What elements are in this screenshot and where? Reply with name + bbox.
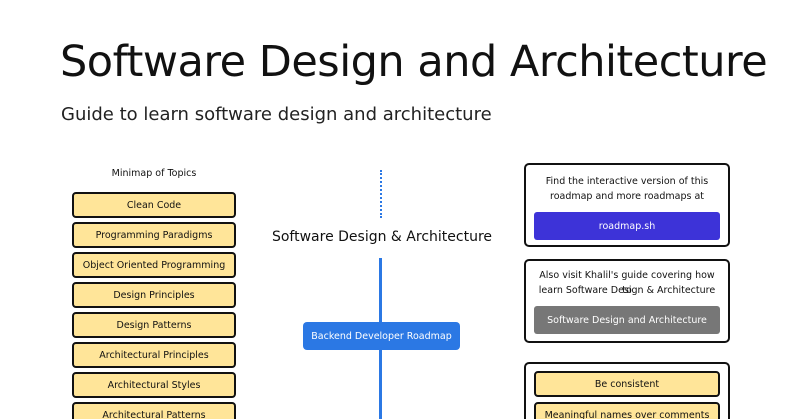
guide-card-text-line-2: learn Software Design & Architecture bbox=[538, 285, 716, 296]
interactive-card-text-line-2: roadmap and more roadmaps at bbox=[550, 191, 704, 202]
minimap-heading: Minimap of Topics bbox=[111, 168, 197, 179]
software-design-guide-button[interactable]: Software Design and Architecture bbox=[534, 306, 720, 334]
roadmap-sh-button[interactable]: roadmap.sh bbox=[534, 212, 720, 240]
interactive-card-text-line-1: Find the interactive version of this bbox=[545, 176, 709, 187]
topic-design-principles[interactable]: Design Principles bbox=[72, 282, 236, 308]
tip-meaningful-names[interactable]: Meaningful names over comments bbox=[534, 402, 720, 419]
khalil-guide-card: Also visit Khalil's guide covering how t… bbox=[524, 259, 730, 343]
topic-architectural-styles[interactable]: Architectural Styles bbox=[72, 372, 236, 398]
topic-design-patterns[interactable]: Design Patterns bbox=[72, 312, 236, 338]
topic-architectural-patterns[interactable]: Architectural Patterns bbox=[72, 402, 236, 419]
topic-clean-code[interactable]: Clean Code bbox=[72, 192, 236, 218]
clean-code-tips-card: Be consistent Meaningful names over comm… bbox=[524, 362, 730, 419]
page-title: Software Design and Architecture bbox=[60, 37, 768, 87]
roadmap-page: Software Design and Architecture Guide t… bbox=[0, 0, 800, 419]
interactive-version-card: Find the interactive version of this roa… bbox=[524, 163, 730, 247]
tip-be-consistent[interactable]: Be consistent bbox=[534, 371, 720, 397]
page-subtitle: Guide to learn software design and archi… bbox=[61, 104, 492, 125]
topic-object-oriented-programming[interactable]: Object Oriented Programming bbox=[72, 252, 236, 278]
topic-architectural-principles[interactable]: Architectural Principles bbox=[72, 342, 236, 368]
roadmap-title: Software Design & Architecture bbox=[271, 229, 493, 245]
backend-roadmap-button[interactable]: Backend Developer Roadmap bbox=[303, 322, 460, 350]
topic-programming-paradigms[interactable]: Programming Paradigms bbox=[72, 222, 236, 248]
roadmap-dotted-connector bbox=[380, 170, 382, 218]
